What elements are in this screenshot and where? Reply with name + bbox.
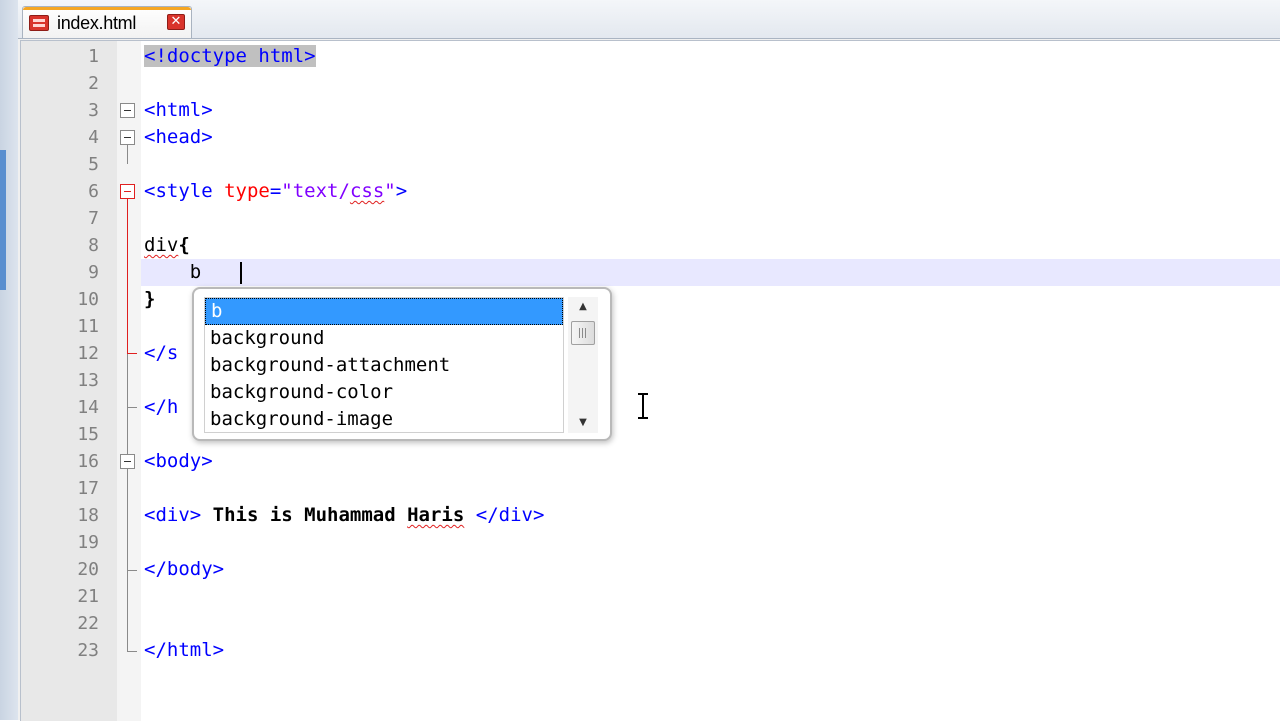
code-token: <!doctype html> (144, 45, 316, 67)
code-text: </html> (144, 637, 224, 664)
autocomplete-item[interactable]: background-image (205, 406, 563, 432)
code-text: <!doctype html> (144, 43, 316, 70)
code-token: </body> (144, 558, 225, 580)
line-number: 23 (77, 640, 99, 661)
close-tab-icon[interactable]: ✕ (167, 14, 185, 30)
line-number: 21 (77, 586, 99, 607)
autocomplete-item[interactable]: background-color (205, 379, 563, 406)
code-line[interactable]: 16 <body> (21, 448, 1280, 475)
autocomplete-scrollbar[interactable]: ▲ ▼ (568, 297, 598, 433)
line-number: 15 (77, 424, 99, 445)
line-number: 1 (88, 46, 99, 67)
code-line[interactable]: 22 (21, 610, 1280, 637)
code-token: } (144, 288, 156, 310)
line-number: 4 (88, 127, 99, 148)
code-token: <body> (144, 450, 213, 472)
code-text: <head> (144, 124, 213, 151)
line-number: 22 (77, 613, 99, 634)
line-number: 18 (77, 505, 99, 526)
tab-label: index.html (57, 13, 137, 33)
code-token: This is Muhammad (201, 504, 408, 526)
scroll-up-icon[interactable]: ▲ (568, 297, 598, 317)
code-token: </html> (144, 639, 225, 661)
line-number: 2 (88, 73, 99, 94)
code-token: </s (144, 342, 179, 364)
code-token: > (395, 180, 408, 202)
code-token: div (144, 234, 179, 256)
line-number: 14 (77, 397, 99, 418)
code-token: </div> (475, 504, 545, 526)
window-left-edge (0, 0, 18, 720)
scroll-thumb[interactable] (571, 321, 595, 345)
code-token: type (224, 180, 270, 202)
code-token: <head> (144, 126, 213, 148)
code-line[interactable]: 6 <style type="text/css"> (21, 178, 1280, 205)
line-number: 9 (88, 262, 99, 283)
code-line[interactable]: 1 <!doctype html> (21, 43, 1280, 70)
code-text: <style type="text/css"> (144, 178, 407, 205)
code-line[interactable]: 3 <html> (21, 97, 1280, 124)
active-tab-indicator (23, 7, 191, 10)
code-token: { (178, 234, 190, 256)
code-line[interactable]: 17 (21, 475, 1280, 502)
line-number: 20 (77, 559, 99, 580)
code-text: </s (144, 340, 178, 367)
code-token: b (144, 261, 202, 283)
code-line[interactable]: 20 </body> (21, 556, 1280, 583)
autocomplete-list[interactable]: b background background-attachment backgrou… (204, 297, 564, 433)
code-line[interactable]: 2 (21, 70, 1280, 97)
code-token: <div> (144, 504, 202, 526)
tab-bar: index.html ✕ (18, 0, 1280, 39)
line-number: 8 (88, 235, 99, 256)
line-number: 11 (77, 316, 99, 337)
autocomplete-item[interactable]: background-attachment (205, 352, 563, 379)
ibeam-cursor-icon (638, 393, 648, 419)
line-number: 17 (77, 478, 99, 499)
code-text: b (144, 259, 201, 286)
code-line[interactable]: 4 <head> (21, 124, 1280, 151)
code-line[interactable]: 5 (21, 151, 1280, 178)
code-token: <html> (144, 99, 213, 121)
autocomplete-popup: b background background-attachment backgrou… (192, 287, 612, 441)
tab-index-html[interactable]: index.html ✕ (22, 6, 192, 38)
code-line[interactable]: 23 </html> (21, 637, 1280, 664)
code-text: } (144, 286, 155, 313)
line-number: 3 (88, 100, 99, 121)
code-text: <body> (144, 448, 213, 475)
code-token: = (269, 180, 282, 202)
code-token: Haris (407, 504, 465, 526)
code-text: </body> (144, 556, 224, 583)
code-token: css (349, 180, 385, 202)
line-number: 5 (88, 154, 99, 175)
line-number: 13 (77, 370, 99, 391)
line-number: 12 (77, 343, 99, 364)
code-text: </h (144, 394, 178, 421)
code-line[interactable]: 7 (21, 205, 1280, 232)
code-token: </h (144, 396, 179, 418)
editor-window: index.html ✕ 1 <!doctype html> 2 3 <html> 4 <h… (0, 0, 1280, 721)
code-line[interactable]: 18 <div> This is Muhammad Haris </div> (21, 502, 1280, 529)
code-line[interactable]: 9 b (21, 259, 1280, 286)
code-line[interactable]: 8 div{ (21, 232, 1280, 259)
code-line[interactable]: 19 (21, 529, 1280, 556)
code-text: <div> This is Muhammad Haris </div> (144, 502, 544, 529)
line-number: 7 (88, 208, 99, 229)
autocomplete-item[interactable]: background (205, 325, 563, 352)
code-text: div{ (144, 232, 190, 259)
scroll-down-icon[interactable]: ▼ (568, 413, 598, 433)
line-number: 19 (77, 532, 99, 553)
code-line[interactable]: 21 (21, 583, 1280, 610)
text-caret (240, 262, 242, 284)
line-number: 6 (88, 181, 99, 202)
code-token: " (384, 180, 396, 202)
html-file-icon (29, 15, 49, 31)
window-accent (0, 150, 6, 290)
line-number: 16 (77, 451, 99, 472)
code-token: <style (144, 180, 225, 202)
code-text: <html> (144, 97, 213, 124)
autocomplete-item[interactable]: b (205, 298, 563, 325)
line-number: 10 (77, 289, 99, 310)
code-token: "text/ (281, 180, 350, 202)
